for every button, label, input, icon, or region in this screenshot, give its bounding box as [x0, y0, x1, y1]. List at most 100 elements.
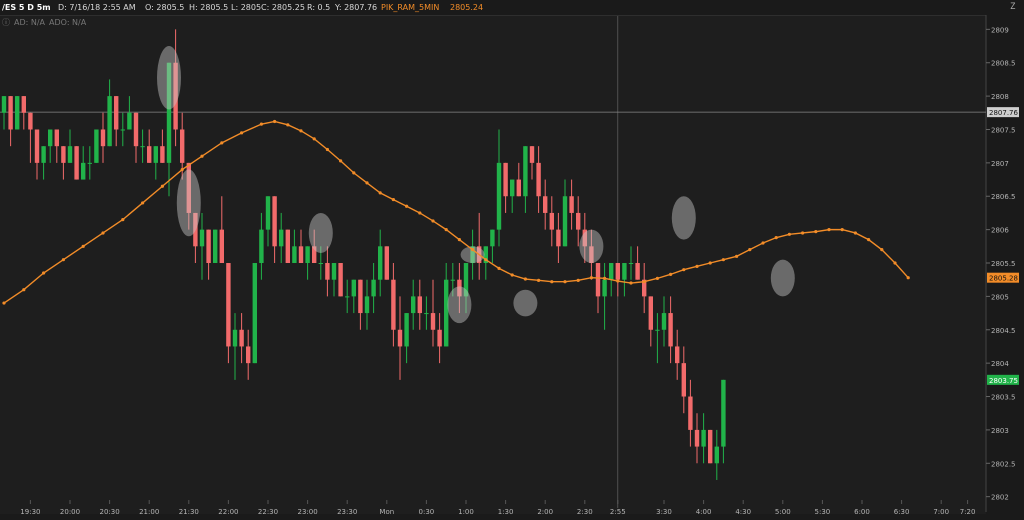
highlight-ellipse: [157, 46, 181, 110]
ma-point: [880, 248, 884, 252]
ma-point: [537, 278, 541, 282]
candle-body: [28, 112, 33, 130]
ma-point: [101, 231, 105, 235]
candle-body: [61, 146, 66, 163]
candle-body: [681, 363, 686, 397]
candle-body: [411, 296, 416, 314]
ma-point: [669, 272, 673, 276]
candle-body: [140, 146, 145, 148]
highlight-ellipse: [513, 289, 538, 317]
ma-point: [180, 167, 184, 172]
candle-body: [272, 196, 277, 247]
y-tick-label: 2808.5: [991, 60, 1016, 68]
y-tick-label: 2806.5: [991, 193, 1016, 201]
candle-body: [298, 246, 304, 264]
candle-body: [1, 96, 7, 113]
candle-body: [232, 329, 238, 347]
candle-body: [510, 179, 515, 197]
ma-point: [299, 129, 303, 133]
candle-body: [602, 279, 607, 297]
candle-body: [285, 229, 290, 264]
y-tick-label: 2805: [991, 293, 1009, 301]
ma-point: [42, 271, 46, 275]
candle-body: [635, 263, 640, 280]
highlight-ellipse: [447, 286, 472, 324]
highlight-ellipse: [671, 196, 696, 240]
candle-body: [94, 129, 99, 163]
candle-body: [688, 396, 693, 430]
ma-point: [576, 278, 580, 282]
highlight-ellipse: [308, 212, 333, 253]
y-tick-label: 2809: [991, 26, 1009, 34]
candle-body: [180, 129, 185, 163]
candle-body: [325, 263, 330, 280]
ma-point: [286, 123, 290, 127]
y-tick-label: 2808: [991, 93, 1009, 101]
candle-body: [714, 446, 719, 464]
candle-body: [701, 429, 706, 447]
ma-point: [220, 141, 224, 145]
ma-point: [457, 238, 461, 242]
ma-point: [259, 122, 263, 126]
ma-point: [2, 301, 6, 305]
ma-point: [352, 171, 356, 175]
candle-body: [708, 429, 713, 464]
candle-body: [615, 263, 620, 280]
candle-body: [694, 429, 700, 447]
candle-body: [364, 296, 370, 314]
ma-point: [365, 181, 369, 185]
candle-body: [239, 329, 244, 347]
ma-point: [61, 258, 65, 262]
ma-point: [721, 258, 726, 262]
ma-point: [787, 232, 792, 236]
candle-body: [655, 329, 660, 331]
ma-point: [589, 276, 594, 280]
ma-point: [827, 228, 831, 232]
ma-point: [378, 191, 382, 195]
candle-body: [661, 313, 667, 330]
candle-body: [48, 129, 53, 147]
ma-point: [748, 248, 752, 252]
candle-body: [430, 313, 436, 330]
ma-point: [431, 219, 435, 223]
ma-point: [497, 266, 501, 270]
ma-point: [867, 238, 871, 242]
ma-point: [523, 277, 528, 281]
candle-body: [609, 263, 614, 280]
candle-body: [384, 246, 389, 280]
ma-point: [471, 248, 475, 252]
ma-point: [906, 276, 910, 280]
ma-point: [312, 137, 316, 141]
ma-point: [814, 230, 818, 234]
candle-body: [549, 212, 554, 230]
candle-body: [595, 263, 601, 297]
candle-body: [252, 263, 257, 364]
ma-point: [603, 276, 607, 280]
y-tick-label: 2804: [991, 360, 1009, 368]
candle-body: [576, 212, 581, 230]
candle-body: [292, 246, 297, 264]
ma-point: [735, 254, 739, 258]
bottom-scrollbar[interactable]: [0, 514, 1024, 520]
candle-body: [114, 96, 119, 130]
ma-point: [682, 268, 686, 272]
candle-body: [74, 146, 79, 180]
candle-body: [378, 246, 383, 280]
price-label-crosshair: 2807.76: [989, 109, 1018, 117]
price-chart[interactable]: 2809 2808.5 2808 2807.5 2807 2806.5 2806 2805.5…: [0, 0, 1024, 520]
candle-body: [54, 129, 59, 147]
candle-body: [8, 96, 13, 130]
y-tick-label: 2806: [991, 227, 1009, 235]
ma-point: [391, 197, 395, 202]
highlight-ellipse: [176, 169, 201, 237]
ma-point: [629, 281, 633, 285]
candle-body: [226, 263, 231, 347]
candle-body: [562, 196, 568, 247]
candle-body: [67, 146, 73, 163]
candle-body: [147, 146, 152, 163]
candle-body: [668, 313, 673, 347]
candle-body: [543, 196, 548, 213]
ma-point: [801, 231, 805, 235]
ma-point: [655, 276, 660, 280]
candle-body: [569, 196, 574, 213]
